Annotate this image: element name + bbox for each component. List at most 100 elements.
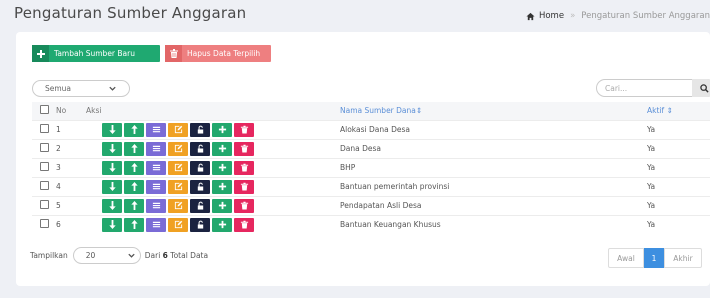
edit-button[interactable]	[168, 179, 188, 194]
move-down-button[interactable]	[102, 179, 122, 194]
delete-button[interactable]	[234, 141, 254, 156]
row-checkbox[interactable]	[40, 162, 49, 171]
row-source-name: Dana Desa	[340, 144, 381, 153]
row-active-status: Ya	[647, 125, 656, 134]
arrow-up-icon	[130, 201, 138, 210]
edit-button[interactable]	[168, 141, 188, 156]
move-up-button[interactable]	[124, 179, 144, 194]
current-page-button[interactable]: 1	[644, 248, 664, 268]
add-sub-button[interactable]	[212, 122, 232, 137]
unlock-icon	[197, 144, 203, 153]
edit-button[interactable]	[168, 198, 188, 213]
view-detail-button[interactable]	[146, 141, 166, 156]
edit-icon	[174, 182, 182, 191]
view-detail-button[interactable]	[146, 122, 166, 137]
row-source-name: Pendapatan Asli Desa	[340, 201, 422, 210]
add-sub-button[interactable]	[212, 217, 232, 232]
move-down-button[interactable]	[102, 141, 122, 156]
move-up-button[interactable]	[124, 122, 144, 137]
last-page-button[interactable]: Akhir	[664, 248, 702, 268]
row-checkbox[interactable]	[40, 124, 49, 133]
delete-button[interactable]	[234, 160, 254, 175]
first-page-button[interactable]: Awal	[608, 248, 644, 268]
row-checkbox[interactable]	[40, 143, 49, 152]
toggle-lock-button[interactable]	[190, 141, 210, 156]
breadcrumb-home-link[interactable]: Home	[539, 11, 564, 21]
view-detail-button[interactable]	[146, 160, 166, 175]
view-detail-button[interactable]	[146, 198, 166, 213]
row-select-cell	[32, 215, 56, 234]
header-name[interactable]: Nama Sumber Dana⇕	[340, 102, 647, 120]
toggle-lock-button[interactable]	[190, 122, 210, 137]
chevron-down-icon	[128, 253, 135, 258]
edit-button[interactable]	[168, 122, 188, 137]
toggle-lock-button[interactable]	[190, 217, 210, 232]
unlock-icon	[197, 163, 203, 172]
move-down-button[interactable]	[102, 198, 122, 213]
view-detail-button[interactable]	[146, 217, 166, 232]
search-button[interactable]	[692, 79, 710, 97]
delete-button[interactable]	[234, 198, 254, 213]
row-active-status: Ya	[647, 182, 656, 191]
edit-icon	[174, 125, 182, 134]
delete-button[interactable]	[234, 122, 254, 137]
trash-icon	[240, 163, 248, 172]
delete-button[interactable]	[234, 179, 254, 194]
toggle-lock-button[interactable]	[190, 179, 210, 194]
edit-button[interactable]	[168, 160, 188, 175]
arrow-down-icon	[108, 163, 116, 172]
trash-icon	[240, 144, 248, 153]
row-number: 5	[56, 201, 61, 210]
add-source-label: Tambah Sumber Baru	[54, 49, 135, 58]
add-source-button[interactable]: Tambah Sumber Baru	[32, 45, 160, 62]
move-up-button[interactable]	[124, 198, 144, 213]
view-detail-button[interactable]	[146, 179, 166, 194]
move-down-button[interactable]	[102, 217, 122, 232]
select-all-checkbox[interactable]	[40, 105, 49, 115]
table-row: 6 Bantuan Keuangan Khusus Ya	[32, 215, 710, 234]
move-down-button[interactable]	[102, 160, 122, 175]
add-sub-button[interactable]	[212, 198, 232, 213]
trash-icon	[240, 125, 248, 134]
arrow-down-icon	[108, 220, 116, 230]
status-filter-select[interactable]: Semua	[32, 80, 130, 97]
delete-selected-button[interactable]: Hapus Data Terpilih	[165, 45, 271, 62]
row-active-status: Ya	[647, 163, 656, 172]
move-down-button[interactable]	[102, 122, 122, 137]
move-up-button[interactable]	[124, 217, 144, 232]
add-sub-button[interactable]	[212, 179, 232, 194]
toggle-lock-button[interactable]	[190, 160, 210, 175]
table-header-row: No Aksi Nama Sumber Dana⇕ Aktif ⇕	[32, 102, 710, 120]
edit-button[interactable]	[168, 217, 188, 232]
row-select-cell	[32, 177, 56, 196]
header-select-all[interactable]	[32, 102, 56, 120]
delete-selected-label: Hapus Data Terpilih	[187, 49, 261, 58]
move-up-button[interactable]	[124, 160, 144, 175]
list-icon	[152, 126, 160, 133]
move-up-button[interactable]	[124, 141, 144, 156]
row-actions	[86, 120, 340, 139]
row-number: 4	[56, 182, 61, 191]
plus-icon	[218, 125, 226, 134]
toggle-lock-button[interactable]	[190, 198, 210, 213]
add-sub-button[interactable]	[212, 160, 232, 175]
add-sub-button[interactable]	[212, 141, 232, 156]
row-select-cell	[32, 120, 56, 139]
row-checkbox[interactable]	[40, 181, 49, 190]
page-size-select[interactable]: 20	[72, 247, 141, 264]
trash-icon	[240, 201, 248, 210]
header-no: No	[56, 106, 67, 116]
search-input[interactable]: Cari...	[596, 79, 710, 97]
row-number: 2	[56, 144, 61, 153]
table-row: 2 Dana Desa Ya	[32, 139, 710, 158]
delete-button[interactable]	[234, 217, 254, 232]
page-size-control: Tampilkan 20 Dari 6 Total Data	[30, 247, 208, 264]
unlock-icon	[197, 201, 203, 210]
row-checkbox[interactable]	[40, 200, 49, 209]
row-checkbox[interactable]	[40, 219, 49, 229]
header-aktif[interactable]: Aktif ⇕	[647, 102, 710, 120]
list-icon	[152, 183, 160, 190]
edit-icon	[174, 220, 182, 229]
status-filter-value: Semua	[45, 84, 72, 93]
row-active-status: Ya	[647, 220, 656, 230]
